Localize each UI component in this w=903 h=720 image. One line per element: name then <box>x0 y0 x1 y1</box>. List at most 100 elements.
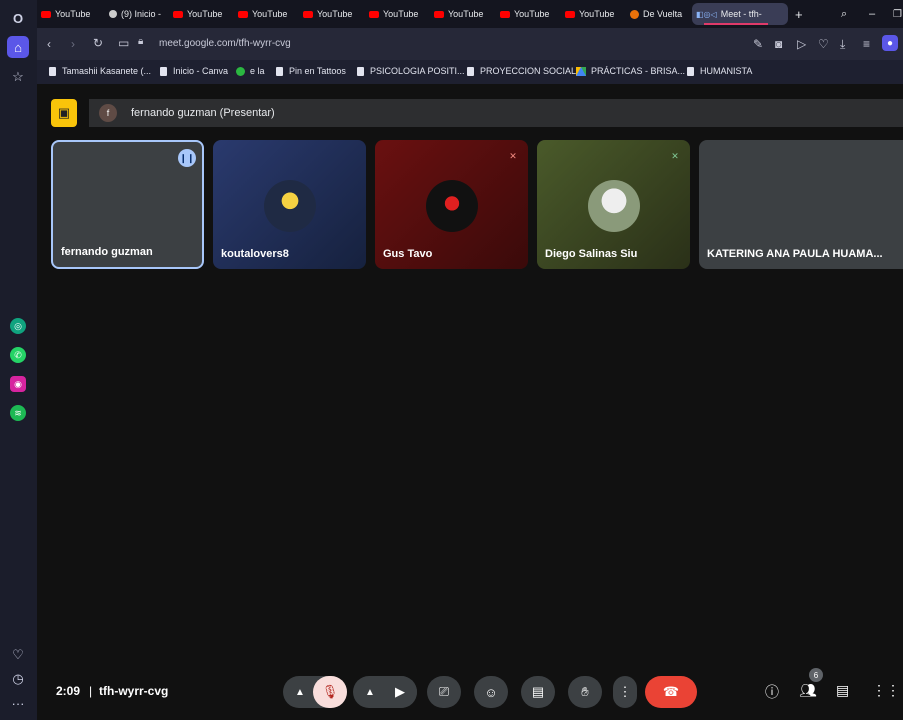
mic-off-button[interactable]: 🎙︎ <box>313 676 347 708</box>
presentation-icon[interactable]: ▣ <box>51 99 77 127</box>
bookmarks-bar: Tamashii Kasanete (... Inicio - Canva e … <box>37 60 903 84</box>
browser-sidebar: O ⌂ ☆ ◎ ✆ ◉ ≋ ♡ ◷ ··· <box>0 0 37 720</box>
youtube-icon <box>303 10 313 18</box>
youtube-icon <box>238 10 248 18</box>
page-icon <box>160 66 167 76</box>
play-icon[interactable]: ▷ <box>797 37 806 51</box>
mic-off-icon: ✕ <box>671 150 679 161</box>
tab-youtube[interactable]: YouTube <box>369 3 427 25</box>
speaking-icon: ❙❙ <box>178 149 196 167</box>
github-icon <box>109 10 117 18</box>
sun-icon <box>630 9 639 19</box>
url-field[interactable]: meet.google.com/tfh-wyrr-cvg <box>159 38 291 49</box>
participant-tile[interactable]: koutalovers8 <box>213 140 366 269</box>
bookmark-item[interactable]: Inicio - Canva <box>160 66 228 76</box>
chatgpt-icon[interactable]: ◎ <box>10 318 26 334</box>
chat-icon[interactable]: ▤ <box>836 682 849 699</box>
separator: | <box>89 684 93 698</box>
chevron-up-icon[interactable]: ▲ <box>353 676 387 708</box>
heart-icon[interactable]: ♡ <box>818 37 829 51</box>
tab-de-vuelta[interactable]: De Vuelta <box>630 3 686 25</box>
people-count-badge: 6 <box>809 668 823 682</box>
presenting-label: fernando guzman (Presentar) <box>131 107 275 119</box>
tab-meet[interactable]: ◧◎◁ Meet - tfh- <box>692 3 788 25</box>
new-tab-icon[interactable]: + <box>795 3 809 25</box>
meet-icon: ◧◎◁ <box>696 9 717 19</box>
bookmark-item[interactable]: PRÁCTICAS - BRISA... <box>576 66 685 76</box>
whatsapp-icon <box>236 66 245 76</box>
bookmark-item[interactable]: HUMANISTA <box>687 66 752 76</box>
spotify-icon[interactable]: ≋ <box>10 405 26 421</box>
participant-tile[interactable]: KATERING ANA PAULA HUAMA... <box>699 140 903 269</box>
page-icon <box>357 66 364 76</box>
youtube-icon <box>500 10 510 18</box>
emoji-button[interactable]: ☺ <box>474 676 508 708</box>
avatar <box>425 180 478 232</box>
more-icon[interactable]: ··· <box>9 694 27 712</box>
youtube-icon <box>41 10 51 18</box>
reload-icon[interactable]: ↻ <box>93 36 103 50</box>
instagram-icon[interactable]: ◉ <box>10 376 26 392</box>
whatsapp-icon[interactable]: ✆ <box>10 347 26 363</box>
opera-logo-icon[interactable]: O <box>9 9 27 27</box>
participant-tile[interactable]: ✕ Gus Tavo <box>375 140 528 269</box>
tab-youtube[interactable]: YouTube <box>41 3 99 25</box>
tab-youtube[interactable]: YouTube <box>565 3 623 25</box>
tab-youtube[interactable]: YouTube <box>500 3 558 25</box>
participant-tile[interactable]: ✕ Diego Salinas Siu <box>537 140 690 269</box>
bookmark-item[interactable]: PROYECCION SOCIAL <box>467 66 576 76</box>
camera-icon[interactable]: ◙ <box>775 37 782 51</box>
restore-icon[interactable]: ❐ <box>893 3 903 25</box>
captions-button[interactable]: ▤ <box>521 676 555 708</box>
bookmark-item[interactable]: PSICOLOGIA POSITI... <box>357 66 465 76</box>
mic-off-icon: ✕ <box>509 150 517 161</box>
page-icon <box>467 66 474 76</box>
bookmark-item[interactable]: Pin en Tattoos <box>276 66 346 76</box>
back-icon[interactable]: ‹ <box>47 37 51 51</box>
history-icon[interactable]: ◷ <box>9 670 27 688</box>
bookmark-item[interactable]: e la <box>236 66 265 76</box>
page-icon <box>687 66 694 76</box>
tab-youtube[interactable]: YouTube <box>238 3 296 25</box>
people-icon[interactable]: 👥︎ <box>799 682 817 699</box>
camera-button[interactable]: ▶ <box>383 676 417 708</box>
tab-youtube[interactable]: YouTube <box>173 3 231 25</box>
tab-inicio[interactable]: (9) Inicio - <box>109 3 163 25</box>
avatar <box>587 180 640 232</box>
meet-main: ▣ f fernando guzman (Presentar) ❙❙ ferna… <box>37 84 903 720</box>
more-options-button[interactable]: ⋮ <box>613 676 637 708</box>
drive-icon <box>576 66 586 76</box>
page-icon <box>49 66 56 76</box>
tab-youtube[interactable]: YouTube <box>434 3 492 25</box>
participant-tile[interactable]: ❙❙ fernando guzman <box>51 140 204 269</box>
present-button[interactable]: ⎚ <box>427 676 461 708</box>
search-icon[interactable]: ⌕ <box>841 3 855 25</box>
hang-up-button[interactable]: ☎︎ <box>645 676 697 708</box>
edit-icon[interactable]: ✎ <box>753 37 763 51</box>
menu-icon[interactable]: ≡ <box>863 37 870 51</box>
download-icon[interactable]: ⤓ <box>840 37 845 52</box>
youtube-icon <box>565 10 575 18</box>
page-icon <box>276 66 283 76</box>
star-icon[interactable]: ☆ <box>9 68 27 86</box>
address-bar: ‹ › ↻ ▭ 🔒︎ meet.google.com/tfh-wyrr-cvg … <box>37 28 903 60</box>
tab-youtube[interactable]: YouTube <box>303 3 361 25</box>
tab-capture-icon[interactable]: ▭ <box>118 36 129 50</box>
meeting-code: tfh-wyrr-cvg <box>99 684 169 698</box>
profile-icon[interactable]: ● <box>882 35 898 51</box>
raise-hand-button[interactable]: ✋︎ <box>568 676 602 708</box>
youtube-icon <box>173 10 183 18</box>
lock-icon: 🔒︎ <box>138 36 144 47</box>
avatar: f <box>99 104 117 122</box>
minimize-icon[interactable]: – <box>869 3 883 25</box>
home-icon[interactable]: ⌂ <box>7 36 29 58</box>
meeting-time: 2:09 <box>56 684 81 698</box>
heart-icon[interactable]: ♡ <box>9 646 27 664</box>
bookmark-item[interactable]: Tamashii Kasanete (... <box>49 66 151 76</box>
presenting-banner[interactable]: f fernando guzman (Presentar) <box>89 99 903 127</box>
activities-icon[interactable]: ⋮⋮ <box>872 682 900 699</box>
chevron-up-icon[interactable]: ▲ <box>283 676 317 708</box>
info-icon[interactable]: ⓘ <box>765 682 779 702</box>
tab-bar: YouTube (9) Inicio - YouTube YouTube You… <box>37 0 903 28</box>
forward-icon[interactable]: › <box>71 37 75 51</box>
